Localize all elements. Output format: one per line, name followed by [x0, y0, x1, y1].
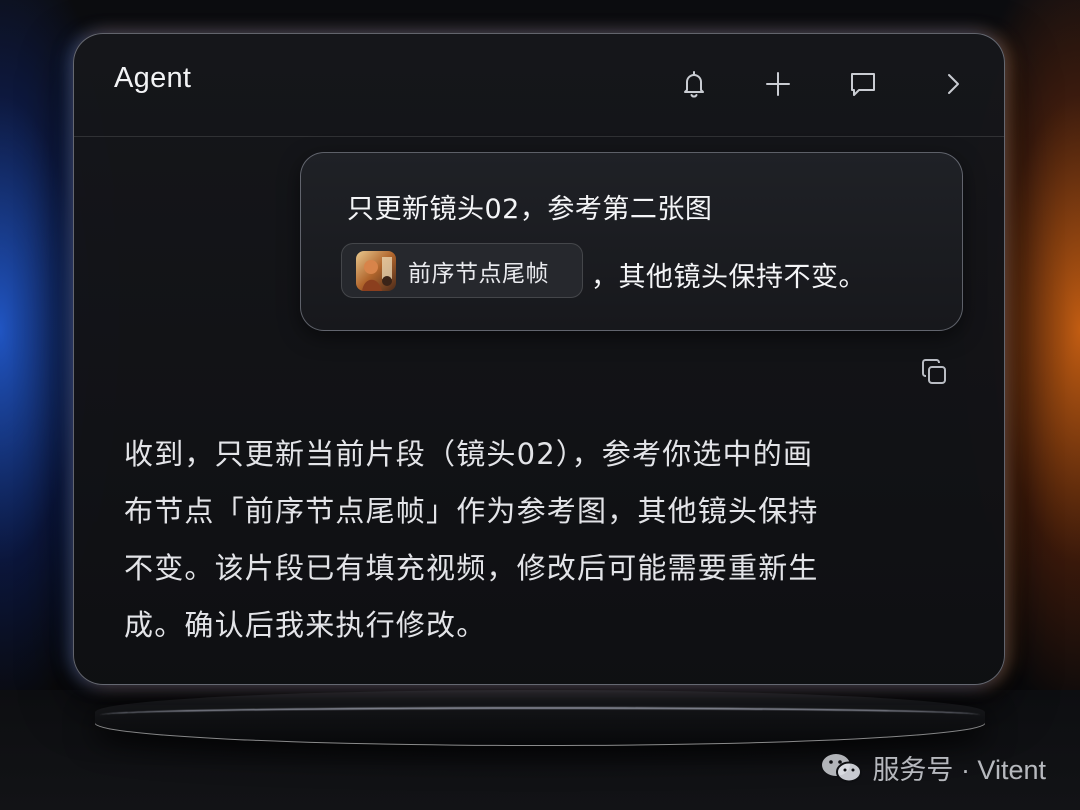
- reply-line: 布节点「前序节点尾帧」作为参考图，其他镜头保持: [124, 494, 819, 528]
- watermark-text: 服务号 · Vitent: [872, 755, 1046, 785]
- user-message-bubble: 只更新镜头02，参考第二张图 前序节点尾帧 ，其他镜头保持不变。: [300, 152, 963, 331]
- agent-panel: Agent 只更新镜头02，参考第二张图 前序节点尾帧 ，其他镜头保持不变。 收…: [73, 33, 1005, 685]
- bell-icon: [684, 71, 704, 98]
- wechat-icon: [822, 753, 863, 782]
- plus-icon: [766, 72, 790, 96]
- pedestal-rim: [100, 707, 980, 723]
- reference-chip-label: 前序节点尾帧: [408, 260, 549, 287]
- user-message-line2: ，其他镜头保持不变。: [591, 262, 866, 293]
- notification-button[interactable]: [672, 62, 716, 106]
- chat-icon: [851, 73, 875, 96]
- panel-header: Agent: [74, 34, 1004, 137]
- panel-title: Agent: [114, 62, 192, 94]
- reply-line: 收到，只更新当前片段（镜头02），参考你选中的画: [124, 437, 814, 471]
- user-message-line1: 只更新镜头02，参考第二张图: [347, 194, 713, 225]
- collapse-panel-button[interactable]: [931, 62, 975, 106]
- reference-thumbnail: [356, 250, 396, 291]
- assistant-reply: 收到，只更新当前片段（镜头02），参考你选中的画 布节点「前序节点尾帧」作为参考…: [124, 426, 884, 654]
- conversations-button[interactable]: [841, 62, 885, 106]
- chevron-right-icon: [948, 74, 959, 94]
- reply-line: 不变。该片段已有填充视频，修改后可能需要重新生: [124, 551, 819, 585]
- copy-button[interactable]: [914, 352, 954, 392]
- reference-node-chip[interactable]: 前序节点尾帧: [341, 243, 583, 298]
- new-chat-button[interactable]: [756, 62, 800, 106]
- reply-line: 成。确认后我来执行修改。: [124, 608, 487, 642]
- copy-icon: [922, 359, 946, 384]
- watermark: 服务号 · Vitent: [820, 748, 1046, 787]
